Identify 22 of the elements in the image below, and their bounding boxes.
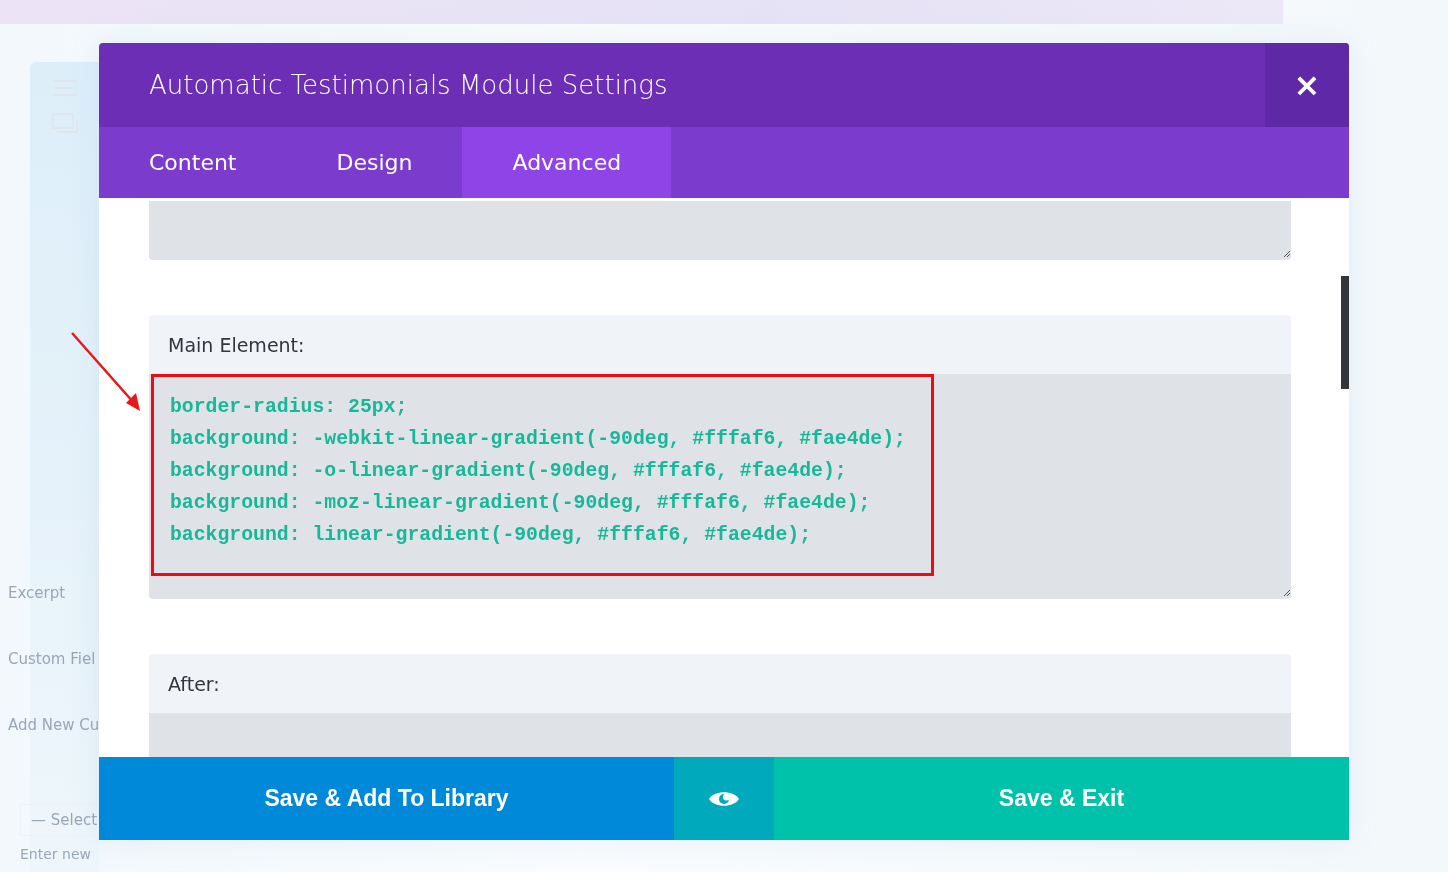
code-line: background: -o-linear-gradient(-90deg, #fffaf6, #fae4de); [170, 459, 848, 484]
field-label: Main Element: [149, 315, 1291, 374]
hint-text: Enter new [20, 846, 91, 862]
scrollbar[interactable] [1341, 276, 1349, 389]
code-line: background: linear-gradient(-90deg, #fffaf6, #fae4de); [170, 523, 813, 548]
code-line: background: -webkit-linear-gradient(-90deg, #fffaf6, #fae4de); [170, 427, 907, 452]
modal-title: Automatic Testimonials Module Settings [148, 70, 669, 100]
code-area[interactable] [149, 374, 1291, 599]
save-to-library-button[interactable]: Save & Add To Library [99, 757, 674, 840]
code-line: background: -moz-linear-gradient(-90deg, #fffaf6, #fae4de); [170, 491, 872, 516]
tab[interactable]: Advanced [462, 127, 672, 198]
tab[interactable]: Design [286, 127, 463, 198]
field-label: Excerpt [8, 584, 66, 602]
resize-handle-icon[interactable] [1283, 250, 1291, 258]
field-label: Add New Cu [8, 716, 100, 734]
code-line: border-radius: 25px; [170, 395, 409, 420]
preview-button[interactable] [674, 757, 774, 840]
field-label: Custom Fiel [8, 650, 96, 668]
field-label: After: [149, 654, 1291, 713]
tab[interactable]: Content [99, 127, 287, 198]
close-button[interactable]: × [1265, 43, 1349, 127]
resize-handle-icon[interactable] [1283, 589, 1291, 597]
